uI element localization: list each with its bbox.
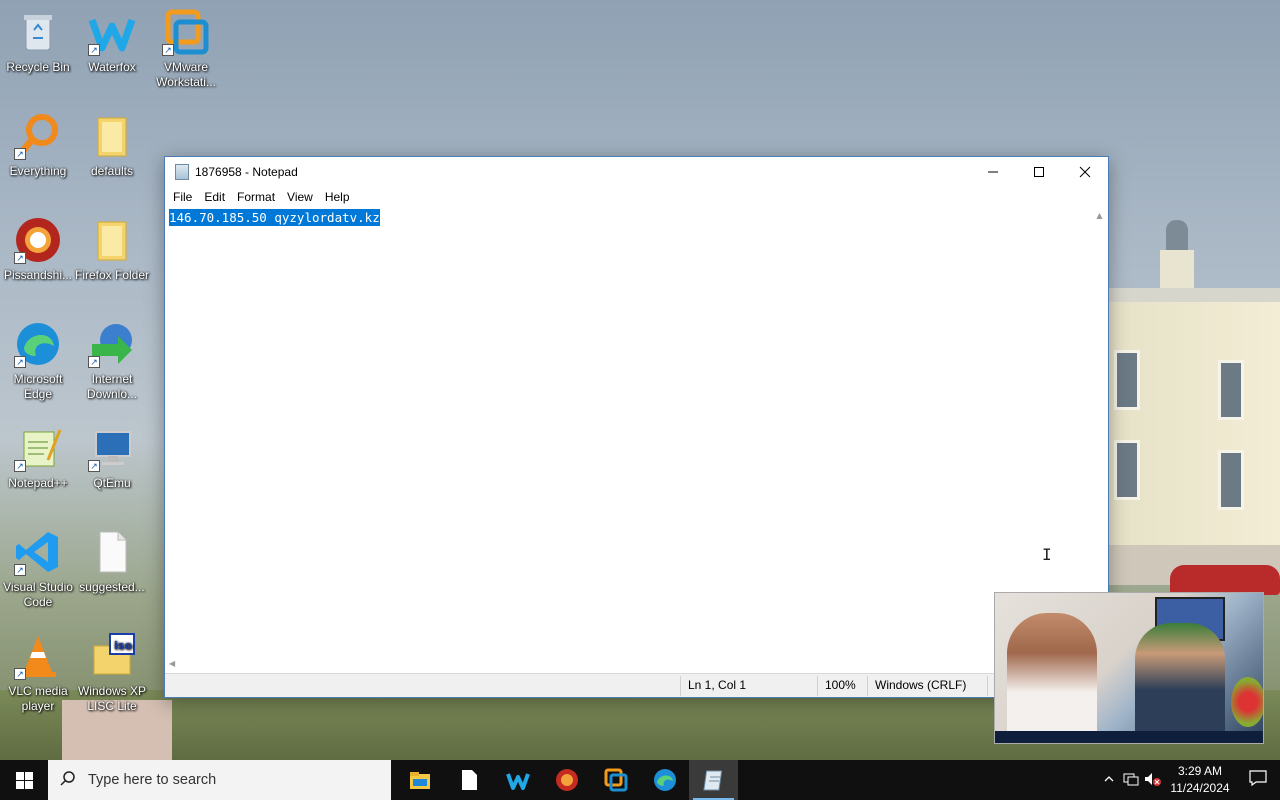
taskbar-waterfox[interactable] xyxy=(493,760,542,800)
desktop-icon-vmware[interactable]: ↗ VMware Workstati... xyxy=(148,8,224,90)
internet-download-manager-icon: ↗ xyxy=(88,320,136,368)
menu-edit[interactable]: Edit xyxy=(198,190,231,204)
maximize-button[interactable] xyxy=(1016,157,1062,187)
desktop-icon-microsoft-edge[interactable]: ↗ Microsoft Edge xyxy=(0,320,76,402)
video-overlay[interactable] xyxy=(994,592,1264,744)
minimize-icon xyxy=(988,171,998,173)
desktop-icon-windows-xp-iso[interactable]: iso Windows XP LISC Lite xyxy=(74,632,150,714)
taskbar-search[interactable]: Type here to search xyxy=(48,760,391,800)
monitor-icon: ↗ xyxy=(88,424,136,472)
cursor-position: Ln 1, Col 1 xyxy=(688,678,747,692)
notepad-icon xyxy=(702,770,722,791)
volume-muted-icon[interactable] xyxy=(1142,772,1164,789)
close-icon xyxy=(1079,166,1091,178)
menu-help[interactable]: Help xyxy=(319,190,356,204)
browser-icon xyxy=(555,769,578,791)
selected-text-line[interactable]: 146.70.185.50 qyzylordatv.kz xyxy=(169,209,380,226)
taskbar-clock[interactable]: 3:29 AM 11/24/2024 xyxy=(1164,763,1236,797)
system-tray: 3:29 AM 11/24/2024 xyxy=(1098,760,1280,800)
text-cursor-icon: I xyxy=(1042,545,1052,564)
taskbar-notepad[interactable] xyxy=(689,760,738,800)
menu-bar: File Edit Format View Help xyxy=(165,187,1108,207)
video-ticker xyxy=(995,731,1263,743)
edge-icon xyxy=(653,769,676,791)
window-title: 1876958 - Notepad xyxy=(195,165,298,179)
video-fruit xyxy=(1231,677,1263,727)
desktop-icon-everything[interactable]: ↗ Everything xyxy=(0,112,76,179)
desktop-icon-defaults[interactable]: defaults xyxy=(74,112,150,179)
browser-icon: ↗ xyxy=(14,216,62,264)
network-icon[interactable] xyxy=(1120,772,1142,789)
menu-format[interactable]: Format xyxy=(231,190,281,204)
recycle-bin-icon xyxy=(14,8,62,56)
vmware-icon xyxy=(604,768,627,792)
notification-center-icon[interactable] xyxy=(1236,769,1280,791)
wallpaper-tower-dome xyxy=(1166,220,1188,252)
vlc-cone-icon: ↗ xyxy=(14,632,62,680)
everything-search-icon: ↗ xyxy=(14,112,62,160)
taskbar-file-explorer[interactable] xyxy=(395,760,444,800)
taskbar-browser[interactable] xyxy=(542,760,591,800)
menu-file[interactable]: File xyxy=(167,190,198,204)
clock-date: 11/24/2024 xyxy=(1170,781,1230,795)
video-person-left xyxy=(1007,613,1097,743)
taskbar-file[interactable] xyxy=(444,760,493,800)
notepad-plus-plus-icon: ↗ xyxy=(14,424,62,472)
folder-icon xyxy=(88,216,136,264)
notepad-app-icon xyxy=(175,164,189,180)
minimize-button[interactable] xyxy=(970,157,1016,187)
menu-view[interactable]: View xyxy=(281,190,319,204)
edge-icon: ↗ xyxy=(14,320,62,368)
title-bar[interactable]: 1876958 - Notepad xyxy=(165,157,1108,187)
video-person-right xyxy=(1135,623,1225,743)
chevron-up-icon[interactable] xyxy=(1098,773,1120,788)
clock-time: 3:29 AM xyxy=(1177,764,1223,778)
desktop-icon-internet-download-manager[interactable]: ↗ Internet Downlo... xyxy=(74,320,150,402)
file-explorer-icon xyxy=(409,772,430,789)
search-placeholder: Type here to search xyxy=(88,772,217,788)
scroll-up-icon[interactable]: ▲ xyxy=(1091,211,1108,220)
iso-folder-icon: iso xyxy=(88,632,136,680)
taskbar-vmware[interactable] xyxy=(591,760,640,800)
close-button[interactable] xyxy=(1062,157,1108,187)
vscode-icon: ↗ xyxy=(14,528,62,576)
taskbar: Type here to search 3:29 AM 11/24/2024 xyxy=(0,760,1280,800)
waterfox-icon: ↗ xyxy=(88,8,136,56)
desktop-icon-visual-studio-code[interactable]: ↗ Visual Studio Code xyxy=(0,528,76,610)
vmware-icon: ↗ xyxy=(162,8,210,56)
desktop-icon-firefox-folder[interactable]: Firefox Folder xyxy=(74,216,150,283)
horizontal-scrollbar[interactable]: ◀ xyxy=(165,657,1091,674)
wallpaper-building xyxy=(1108,288,1280,580)
desktop-icon-recycle-bin[interactable]: Recycle Bin xyxy=(0,8,76,75)
status-bar: Ln 1, Col 1 100% Windows (CRLF) xyxy=(165,673,1108,697)
desktop-icon-pissandshi[interactable]: ↗ Pissandshi... xyxy=(0,216,76,283)
taskbar-edge[interactable] xyxy=(640,760,689,800)
search-icon xyxy=(48,770,88,791)
blank-file-icon xyxy=(88,528,136,576)
wallpaper-car xyxy=(1170,565,1280,595)
zoom-level: 100% xyxy=(825,678,856,692)
folder-icon xyxy=(88,112,136,160)
maximize-icon xyxy=(1034,167,1044,177)
desktop-icon-notepad-plus-plus[interactable]: ↗ Notepad++ xyxy=(0,424,76,491)
windows-logo-icon xyxy=(15,771,33,789)
desktop-icon-vlc[interactable]: ↗ VLC media player xyxy=(0,632,76,714)
file-icon xyxy=(461,770,477,790)
start-button[interactable] xyxy=(0,760,48,800)
text-editor[interactable]: 146.70.185.50 qyzylordatv.kz xyxy=(165,207,1091,657)
desktop-icon-waterfox[interactable]: ↗ Waterfox xyxy=(74,8,150,75)
desktop-icon-qtemu[interactable]: ↗ QtEmu xyxy=(74,424,150,491)
scroll-left-icon[interactable]: ◀ xyxy=(169,659,175,668)
svg-text:iso: iso xyxy=(114,639,132,652)
line-ending: Windows (CRLF) xyxy=(875,678,967,692)
waterfox-icon xyxy=(505,773,530,790)
notepad-window[interactable]: 1876958 - Notepad File Edit Format View … xyxy=(164,156,1109,698)
desktop-icon-suggested[interactable]: suggested... xyxy=(74,528,150,595)
